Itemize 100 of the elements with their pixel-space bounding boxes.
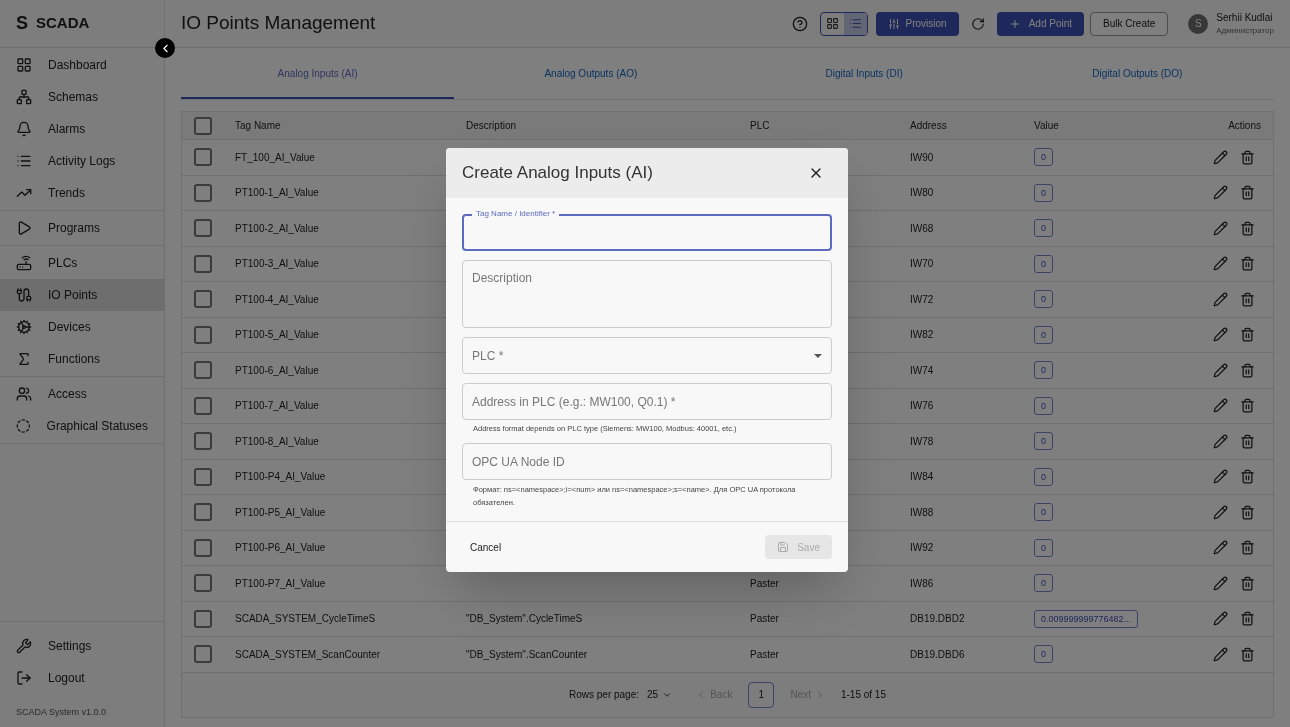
tag-name-cell: PT100-P6_AI_Value xyxy=(235,542,326,554)
delete-icon[interactable] xyxy=(1240,398,1255,414)
checkbox[interactable] xyxy=(194,361,212,380)
edit-icon[interactable] xyxy=(1213,291,1228,307)
delete-icon[interactable] xyxy=(1240,433,1255,449)
sidebar-item[interactable]: PLCs xyxy=(0,247,164,279)
checkbox[interactable] xyxy=(194,574,212,593)
edit-icon[interactable] xyxy=(1213,611,1228,627)
edit-icon[interactable] xyxy=(1213,220,1228,236)
list-view-button[interactable] xyxy=(843,12,867,35)
checkbox[interactable] xyxy=(194,325,212,344)
sidebar-item[interactable]: Logout xyxy=(0,661,164,694)
tab[interactable]: Analog Outputs (AO) xyxy=(454,50,728,99)
checkbox[interactable] xyxy=(194,254,212,273)
edit-icon[interactable] xyxy=(1213,398,1228,414)
grid-icon xyxy=(825,17,839,30)
list-icon xyxy=(848,17,862,30)
sidebar-item[interactable]: Graphical Statuses xyxy=(0,410,164,442)
checkbox[interactable] xyxy=(194,396,212,415)
edit-icon[interactable] xyxy=(1213,646,1228,662)
description-field[interactable]: Description xyxy=(462,260,832,328)
delete-icon[interactable] xyxy=(1240,149,1255,165)
sidebar-item[interactable]: Schemas xyxy=(0,81,164,113)
sidebar-item[interactable]: Trends xyxy=(0,177,164,209)
tag-name-cell: PT100-P5_AI_Value xyxy=(235,506,326,518)
delete-icon[interactable] xyxy=(1240,611,1255,627)
delete-icon[interactable] xyxy=(1240,256,1255,272)
rows-per-page-label: Rows per page: xyxy=(569,688,640,702)
checkbox[interactable] xyxy=(194,219,212,238)
sidebar-item[interactable]: Settings xyxy=(0,629,164,662)
checkbox[interactable] xyxy=(194,432,212,451)
delete-icon[interactable] xyxy=(1240,540,1255,556)
edit-icon[interactable] xyxy=(1213,256,1228,272)
sidebar-item[interactable]: Devices xyxy=(0,311,164,343)
edit-icon[interactable] xyxy=(1213,540,1228,556)
logout-icon xyxy=(16,669,32,686)
delete-icon[interactable] xyxy=(1240,327,1255,343)
delete-icon[interactable] xyxy=(1240,220,1255,236)
address-cell: IW74 xyxy=(910,364,934,376)
sidebar-item[interactable]: Activity Logs xyxy=(0,145,164,177)
dialog-title: Create Analog Inputs (AI) xyxy=(462,162,654,185)
edit-icon[interactable] xyxy=(1213,575,1228,591)
rows-per-page-select[interactable]: 25 xyxy=(647,687,673,702)
value-badge: 0 xyxy=(1034,183,1053,202)
checkbox[interactable] xyxy=(194,467,212,486)
add-point-button[interactable]: Add Point xyxy=(996,11,1085,36)
sidebar-item[interactable]: Dashboard xyxy=(0,49,164,81)
tag-name-cell: PT100-5_AI_Value xyxy=(235,329,319,341)
page-range: 1-15 of 15 xyxy=(840,688,886,702)
edit-icon[interactable] xyxy=(1213,362,1228,378)
tab[interactable]: Analog Inputs (AI) xyxy=(181,50,455,99)
provision-button[interactable]: Provision xyxy=(875,11,959,36)
value-badge: 0 xyxy=(1034,503,1053,522)
address-cell: IW84 xyxy=(910,471,934,483)
delete-icon[interactable] xyxy=(1240,291,1255,307)
checkbox[interactable] xyxy=(194,609,212,628)
edit-icon[interactable] xyxy=(1213,504,1228,520)
app-name: SCADA xyxy=(36,13,90,34)
sidebar-item[interactable]: Programs xyxy=(0,212,164,244)
sidebar-item[interactable]: Access xyxy=(0,378,164,410)
edit-icon[interactable] xyxy=(1213,149,1228,165)
plc-select[interactable]: PLC * xyxy=(462,337,832,374)
tab[interactable]: Digital Inputs (DI) xyxy=(727,50,1001,99)
edit-icon[interactable] xyxy=(1213,327,1228,343)
cancel-button[interactable]: Cancel xyxy=(462,535,510,559)
edit-icon[interactable] xyxy=(1213,469,1228,485)
address-field[interactable]: Address in PLC (e.g.: MW100, Q0.1) * xyxy=(462,383,832,420)
checkbox[interactable] xyxy=(194,503,212,522)
tab[interactable]: Digital Outputs (DO) xyxy=(1000,50,1274,99)
edit-icon[interactable] xyxy=(1213,185,1228,201)
checkbox[interactable] xyxy=(194,183,212,202)
checkbox[interactable] xyxy=(194,645,212,664)
value-badge: 0 xyxy=(1034,645,1053,664)
delete-icon[interactable] xyxy=(1240,362,1255,378)
circle-icon xyxy=(16,418,31,434)
value-badge: 0 xyxy=(1034,325,1053,344)
collapse-button[interactable] xyxy=(155,38,175,58)
checkbox[interactable] xyxy=(194,148,212,167)
opc-node-id-field[interactable]: OPC UA Node ID xyxy=(462,443,832,481)
tag-name-cell: FT_100_AI_Value xyxy=(235,151,315,163)
sidebar-item[interactable]: IO Points xyxy=(0,279,164,311)
help-icon[interactable] xyxy=(791,15,808,32)
checkbox[interactable] xyxy=(194,116,212,135)
bell-icon xyxy=(16,121,32,137)
edit-icon[interactable] xyxy=(1213,433,1228,449)
delete-icon[interactable] xyxy=(1240,575,1255,591)
sidebar-item[interactable]: Functions xyxy=(0,343,164,375)
plc-cell: Paster xyxy=(750,613,779,625)
bulk-create-button[interactable]: Bulk Create xyxy=(1090,11,1169,36)
refresh-icon[interactable] xyxy=(970,16,985,31)
sidebar-item[interactable]: Alarms xyxy=(0,113,164,145)
tag-name-cell: PT100-4_AI_Value xyxy=(235,293,319,305)
page-button[interactable]: 1 xyxy=(748,681,775,708)
checkbox[interactable] xyxy=(194,538,212,557)
delete-icon[interactable] xyxy=(1240,469,1255,485)
delete-icon[interactable] xyxy=(1240,185,1255,201)
checkbox[interactable] xyxy=(194,290,212,309)
value-badge: 0 xyxy=(1034,467,1053,486)
delete-icon[interactable] xyxy=(1240,646,1255,662)
delete-icon[interactable] xyxy=(1240,504,1255,520)
